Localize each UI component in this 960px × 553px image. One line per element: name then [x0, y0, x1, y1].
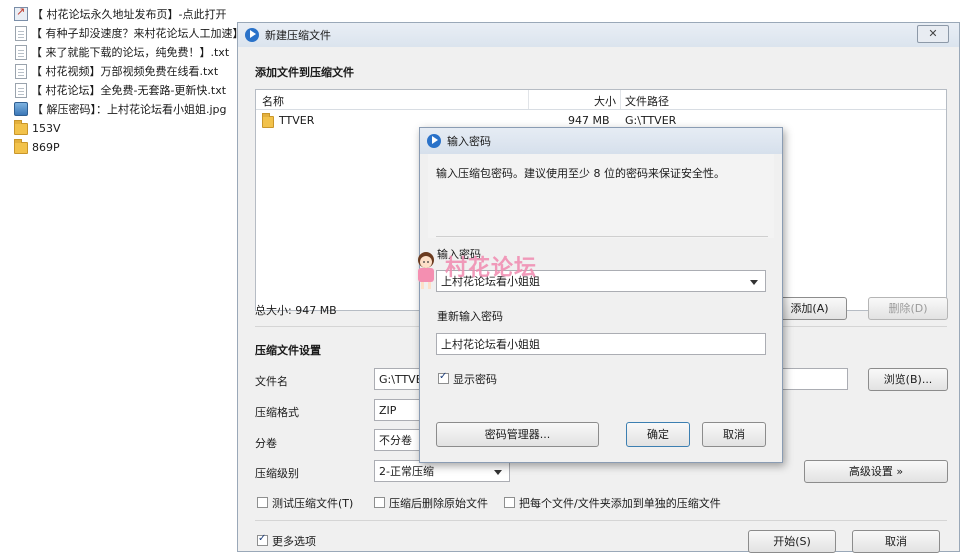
text-file-icon — [15, 82, 27, 98]
delete-source-label[interactable]: 压缩后删除原始文件 — [389, 495, 488, 511]
folder-icon — [14, 138, 28, 154]
password-dialog-titlebar[interactable]: 输入密码 — [420, 128, 782, 154]
row-path: G:\TTVER — [625, 114, 677, 127]
test-archive-label[interactable]: 测试压缩文件(T) — [272, 495, 353, 511]
file-name: 【 有种子却没速度？来村花论坛人工加速】 — [31, 27, 244, 40]
desktop-file-item[interactable]: 【 村花论坛永久地址发布页】-点此打开 — [14, 5, 226, 23]
description-panel: 输入压缩包密码。建议使用至少 8 位的密码来保证安全性。 — [428, 154, 774, 238]
desktop-file-item[interactable]: 153V — [14, 119, 61, 137]
separate-archives-label[interactable]: 把每个文件/文件夹添加到单独的压缩文件 — [519, 495, 721, 511]
more-options-checkbox[interactable] — [257, 533, 268, 546]
settings-title: 压缩文件设置 — [255, 344, 321, 357]
desktop-file-item[interactable]: 869P — [14, 138, 60, 156]
mascot-girl-icon — [418, 252, 434, 289]
split-value: 不分卷 — [379, 434, 412, 447]
dialog-title: 新建压缩文件 — [265, 29, 331, 42]
row-size: 947 MB — [568, 114, 610, 127]
image-file-icon — [14, 102, 28, 116]
desktop-file-item[interactable]: 【 村花视频】万部视频免费在线看.txt — [14, 62, 218, 80]
filename-label: 文件名 — [255, 375, 288, 388]
column-size[interactable]: 大小 — [594, 93, 616, 109]
forum-watermark: 村花论坛 — [445, 256, 538, 281]
file-name: 【 村花论坛】全免费-无套路-更新快.txt — [31, 84, 227, 97]
text-file-icon — [15, 25, 27, 41]
format-label: 压缩格式 — [255, 406, 299, 419]
split-label: 分卷 — [255, 437, 277, 450]
app-logo-icon — [427, 134, 441, 148]
reenter-password-label: 重新输入密码 — [437, 310, 503, 323]
text-file-icon — [15, 44, 27, 60]
password-cancel-button[interactable]: 取消 — [702, 422, 766, 447]
add-button[interactable]: 添加(A) — [772, 297, 847, 320]
file-name: 【 村花视频】万部视频免费在线看.txt — [31, 65, 219, 78]
dialog-titlebar[interactable]: 新建压缩文件 ✕ — [238, 23, 959, 47]
test-archive-checkbox[interactable] — [257, 497, 268, 508]
add-section-title: 添加文件到压缩文件 — [255, 66, 354, 79]
app-logo-icon — [245, 28, 259, 42]
file-name: 869P — [32, 140, 60, 154]
file-name: 【 解压密码】：上村花论坛看小姐姐.jpg — [32, 103, 227, 116]
password-dialog-title: 输入密码 — [447, 135, 491, 148]
text-file-icon — [15, 63, 27, 79]
level-select[interactable]: 2-正常压缩 — [374, 460, 510, 482]
delete-button[interactable]: 删除(D) — [868, 297, 948, 320]
table-header: 名称 大小 文件路径 — [256, 90, 946, 110]
desktop-file-item[interactable]: 【 解压密码】：上村花论坛看小姐姐.jpg — [14, 100, 227, 118]
password-manager-button[interactable]: 密码管理器... — [436, 422, 599, 447]
column-name[interactable]: 名称 — [262, 93, 284, 109]
reenter-password-input[interactable]: 上村花论坛看小姐姐 — [436, 333, 766, 355]
desktop-file-item[interactable]: 【 村花论坛】全免费-无套路-更新快.txt — [14, 81, 226, 99]
file-name: 【 来了就能下载的论坛，纯免费！】.txt — [31, 46, 230, 59]
file-name: 【 村花论坛永久地址发布页】-点此打开 — [32, 8, 227, 21]
delete-source-checkbox[interactable] — [374, 497, 385, 508]
row-name: TTVER — [279, 114, 315, 127]
folder-icon — [14, 119, 28, 135]
format-value: ZIP — [379, 403, 397, 417]
advanced-settings-button[interactable]: 高级设置 » — [804, 460, 948, 483]
column-divider — [620, 90, 621, 109]
divider — [255, 520, 947, 521]
level-label: 压缩级别 — [255, 467, 299, 480]
password-dialog: 输入密码 输入压缩包密码。建议使用至少 8 位的密码来保证安全性。 输入密码 上… — [419, 127, 783, 463]
total-size: 总大小: 947 MB — [255, 304, 337, 317]
column-path[interactable]: 文件路径 — [625, 93, 669, 109]
reenter-password-value: 上村花论坛看小姐姐 — [441, 338, 540, 351]
more-options-label[interactable]: 更多选项 — [272, 533, 316, 549]
file-name: 153V — [32, 121, 61, 135]
show-password-checkbox[interactable] — [438, 371, 449, 384]
shortcut-icon — [14, 5, 28, 21]
close-button[interactable]: ✕ — [917, 25, 949, 43]
folder-icon — [262, 113, 274, 128]
divider — [436, 236, 768, 237]
show-password-label[interactable]: 显示密码 — [453, 371, 497, 387]
level-value: 2-正常压缩 — [379, 465, 434, 478]
separate-archives-checkbox[interactable] — [504, 497, 515, 508]
desktop-file-item[interactable]: 【 有种子却没速度？来村花论坛人工加速】 — [14, 24, 244, 42]
desktop-file-item[interactable]: 【 来了就能下载的论坛，纯免费！】.txt — [14, 43, 229, 61]
ok-button[interactable]: 确定 — [626, 422, 690, 447]
browse-button[interactable]: 浏览(B)... — [868, 368, 948, 391]
password-description: 输入压缩包密码。建议使用至少 8 位的密码来保证安全性。 — [436, 167, 725, 180]
column-divider — [528, 90, 529, 109]
